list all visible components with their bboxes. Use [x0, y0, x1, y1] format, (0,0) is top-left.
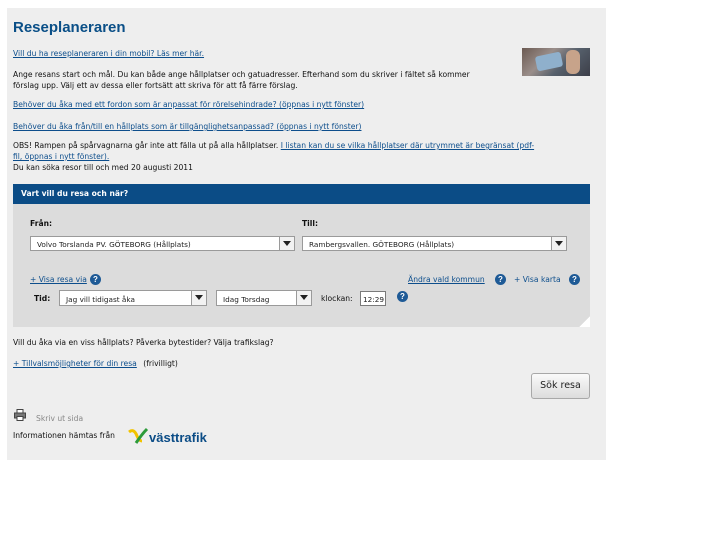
adapted-vehicle-link[interactable]: Behöver du åka med ett fordon som är anp…: [13, 100, 364, 109]
intro-description: Ange resans start och mål. Du kan både a…: [13, 69, 518, 91]
print-icon[interactable]: [14, 409, 26, 421]
print-page-link[interactable]: Skriv ut sida: [36, 414, 83, 423]
clock-label: klockan:: [321, 294, 353, 303]
trip-form-header: Vart vill du resa och när?: [13, 184, 590, 204]
clock-input[interactable]: 12:29: [360, 291, 386, 306]
from-label: Från:: [30, 219, 53, 228]
from-value: Volvo Torslanda PV. GÖTEBORG (Hållplats): [37, 240, 191, 249]
to-label: Till:: [302, 219, 319, 228]
options-row: + Tillvalsmöjligheter för din resa (friv…: [13, 358, 178, 369]
vasttrafik-logo-text: västtrafik: [149, 430, 208, 445]
day-value: Idag Torsdag: [223, 295, 270, 304]
accessible-stop-link[interactable]: Behöver du åka från/till en hållplats so…: [13, 122, 361, 131]
day-select[interactable]: Idag Torsdag: [216, 290, 312, 306]
intro-description-line2: förslag upp. Välj ett av dessa eller for…: [13, 81, 298, 90]
help-icon[interactable]: ?: [495, 274, 506, 285]
time-mode-select[interactable]: Jag vill tidigast åka: [59, 290, 207, 306]
chevron-down-icon[interactable]: [279, 237, 294, 250]
search-until-text: Du kan söka resor till och med 20 august…: [13, 163, 193, 172]
help-icon[interactable]: ?: [569, 274, 580, 285]
resize-corner: [579, 316, 590, 327]
trip-form-header-text: Vart vill du resa och när?: [21, 189, 129, 198]
time-mode-value: Jag vill tidigast åka: [66, 295, 135, 304]
help-icon[interactable]: ?: [397, 291, 408, 302]
change-municipality-link[interactable]: Ändra vald kommun: [408, 275, 485, 284]
ramp-notice: OBS! Rampen på spårvagnarna går inte att…: [13, 140, 593, 173]
search-trip-button[interactable]: Sök resa: [531, 373, 590, 399]
chevron-down-icon[interactable]: [551, 237, 566, 250]
help-icon[interactable]: ?: [90, 274, 101, 285]
vasttrafik-logo: västtrafik: [128, 427, 208, 445]
intro-description-line1: Ange resans start och mål. Du kan både a…: [13, 70, 470, 79]
page-title: Reseplaneraren: [13, 19, 126, 36]
chevron-down-icon[interactable]: [296, 291, 311, 305]
optional-text: (frivilligt): [143, 359, 178, 368]
mobile-info-link[interactable]: Vill du ha reseplaneraren i din mobil? L…: [13, 49, 204, 58]
info-source-text: Informationen hämtas från: [13, 431, 115, 440]
to-select[interactable]: Rambergsvallen. GÖTEBORG (Hållplats): [302, 236, 567, 251]
show-map-link[interactable]: + Visa karta: [514, 275, 561, 284]
ramp-pdf-link[interactable]: I listan kan du se vilka hållplatser där…: [281, 141, 534, 150]
options-question: Vill du åka via en viss hållplats? Påver…: [13, 338, 274, 347]
to-value: Rambergsvallen. GÖTEBORG (Hållplats): [309, 240, 455, 249]
trip-options-link[interactable]: + Tillvalsmöjligheter för din resa: [13, 359, 137, 368]
ramp-notice-text: OBS! Rampen på spårvagnarna går inte att…: [13, 141, 279, 150]
from-select[interactable]: Volvo Torslanda PV. GÖTEBORG (Hållplats): [30, 236, 295, 251]
ramp-pdf-link-cont[interactable]: fil, öppnas i nytt fönster).: [13, 152, 109, 161]
mobile-promo-image: [522, 48, 590, 76]
show-via-link[interactable]: + Visa resa via: [30, 275, 87, 284]
chevron-down-icon[interactable]: [191, 291, 206, 305]
time-label: Tid:: [34, 294, 51, 303]
